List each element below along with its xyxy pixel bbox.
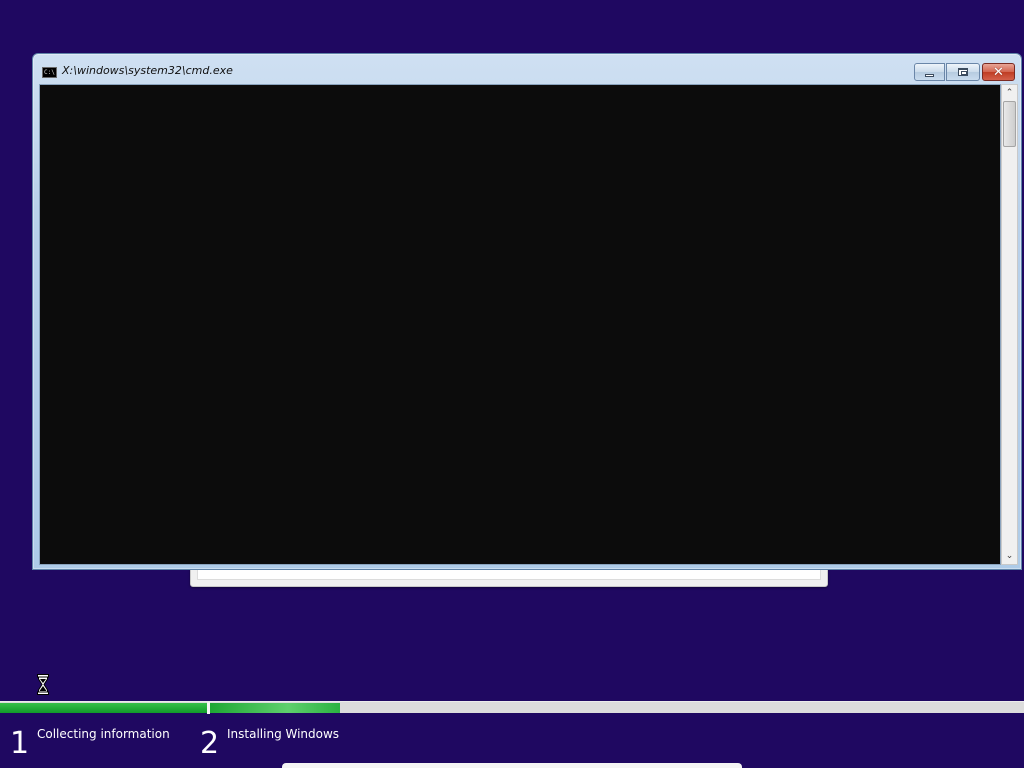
hourglass-icon: [37, 674, 49, 695]
close-icon: ✕: [993, 64, 1004, 80]
minimize-button[interactable]: [914, 63, 945, 81]
progress-segment-collecting: [0, 703, 207, 713]
cmd-window[interactable]: C:\ X:\windows\system32\cmd.exe ✕ ⌃ ⌄: [32, 53, 1022, 570]
close-button[interactable]: ✕: [982, 63, 1015, 81]
cmd-icon: C:\: [42, 67, 57, 78]
progress-segment-installing: [210, 703, 340, 713]
step-label: Installing Windows: [227, 727, 340, 741]
cmd-window-title: X:\windows\system32\cmd.exe: [62, 64, 233, 77]
step-number: 2: [200, 726, 220, 761]
maximize-icon: [958, 68, 968, 76]
maximize-button[interactable]: [946, 63, 980, 81]
scroll-down-arrow-icon[interactable]: ⌄: [1002, 548, 1017, 564]
step-number: 1: [10, 726, 30, 761]
vertical-scrollbar[interactable]: ⌃ ⌄: [1001, 84, 1018, 565]
setup-progress-bar: [0, 701, 1024, 714]
minimize-icon: [925, 73, 934, 77]
cmd-titlebar[interactable]: C:\ X:\windows\system32\cmd.exe ✕: [33, 54, 1021, 84]
setup-window-top-edge: [282, 763, 742, 768]
scroll-up-arrow-icon[interactable]: ⌃: [1002, 85, 1017, 101]
console-output-area[interactable]: [39, 84, 1001, 565]
step-label: Collecting information: [37, 727, 170, 741]
scrollbar-thumb[interactable]: [1003, 101, 1016, 147]
